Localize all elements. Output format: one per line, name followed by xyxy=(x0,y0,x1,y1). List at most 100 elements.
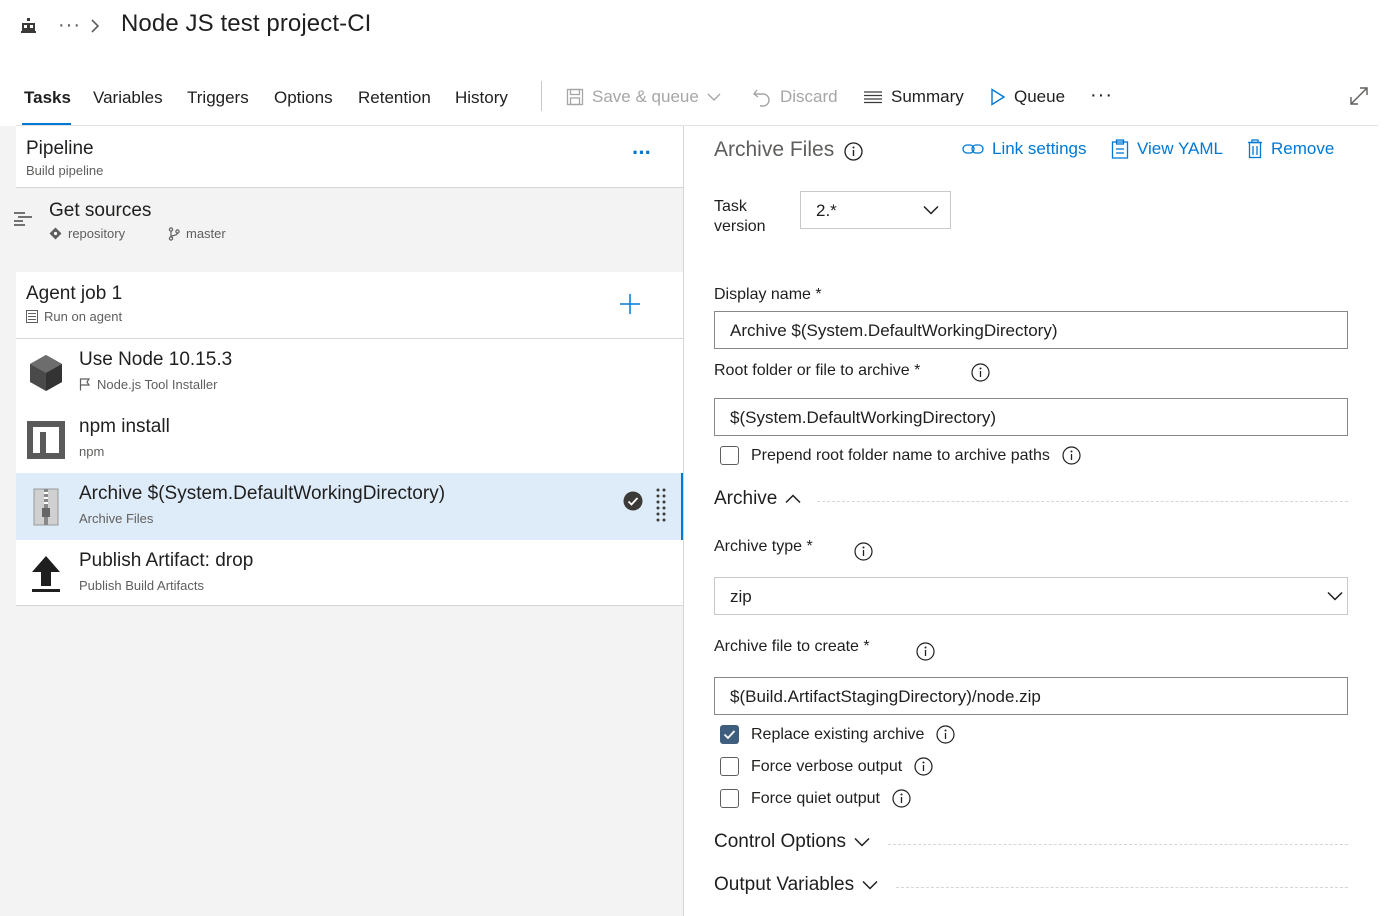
prepend-root-folder-checkbox-row[interactable]: Prepend root folder name to archive path… xyxy=(720,446,1081,465)
tab-history[interactable]: History xyxy=(455,88,508,108)
task-title: Publish Artifact: drop xyxy=(79,550,254,571)
summary-button[interactable]: Summary xyxy=(863,87,964,107)
tab-variables[interactable]: Variables xyxy=(93,88,163,108)
task-version-label-line1: Task xyxy=(714,198,747,215)
prepend-root-folder-label: Prepend root folder name to archive path… xyxy=(751,446,1050,464)
root-folder-input[interactable]: $(System.DefaultWorkingDirectory) xyxy=(714,398,1348,436)
tab-triggers[interactable]: Triggers xyxy=(187,88,249,108)
check-circle-icon xyxy=(623,491,643,511)
task-subtitle: Archive Files xyxy=(79,511,154,526)
pipeline-more-button[interactable]: ··· xyxy=(632,140,652,166)
drag-handle-icon[interactable] xyxy=(656,488,666,522)
archive-type-label: Archive type * xyxy=(714,538,813,555)
task-use-node[interactable]: Use Node 10.15.3 Node.js Tool Installer xyxy=(16,339,683,406)
discard-button[interactable]: Discard xyxy=(752,87,838,107)
sources-icon xyxy=(13,210,33,228)
task-version-label: Task version xyxy=(714,198,766,236)
info-icon[interactable] xyxy=(892,789,911,808)
tab-retention[interactable]: Retention xyxy=(358,88,431,108)
remove-button[interactable]: Remove xyxy=(1247,139,1334,159)
save-icon xyxy=(566,88,584,106)
archive-zip-icon xyxy=(26,487,66,527)
control-options-toggle[interactable]: Control Options xyxy=(714,831,870,853)
archive-file-input[interactable]: $(Build.ArtifactStagingDirectory)/node.z… xyxy=(714,677,1348,715)
pipeline-card[interactable]: Pipeline Build pipeline ··· xyxy=(16,126,683,188)
agent-job-card[interactable]: Agent job 1 Run on agent xyxy=(16,272,683,339)
output-variables-toggle[interactable]: Output Variables xyxy=(714,874,878,896)
replace-archive-checkbox-row[interactable]: Replace existing archive xyxy=(720,725,956,744)
quiet-output-label: Force quiet output xyxy=(751,789,880,807)
section-divider xyxy=(896,887,1348,888)
task-subtitle: Node.js Tool Installer xyxy=(79,377,217,392)
chevron-up-icon xyxy=(785,494,801,504)
task-npm-install[interactable]: npm install npm xyxy=(16,406,683,473)
breadcrumb-more-button[interactable]: ··· xyxy=(58,14,81,37)
list-icon xyxy=(863,89,883,105)
save-queue-button[interactable]: Save & queue xyxy=(566,87,721,107)
get-sources-row[interactable]: Get sources repository master xyxy=(0,189,683,255)
task-details-title: Archive Files xyxy=(714,138,834,162)
chevron-down-icon xyxy=(862,880,878,890)
nodejs-icon xyxy=(26,353,66,393)
git-icon xyxy=(49,227,62,240)
tab-tasks[interactable]: Tasks xyxy=(24,88,71,108)
info-icon[interactable] xyxy=(971,363,990,382)
pipeline-app-icon[interactable] xyxy=(20,17,38,35)
quiet-output-checkbox-row[interactable]: Force quiet output xyxy=(720,789,911,808)
display-name-input[interactable]: Archive $(System.DefaultWorkingDirectory… xyxy=(714,311,1348,349)
pipeline-title: Pipeline xyxy=(26,138,94,159)
discard-label: Discard xyxy=(780,87,838,106)
info-icon[interactable] xyxy=(916,642,935,661)
task-version-select[interactable]: 2.* xyxy=(800,191,951,229)
chevron-down-icon xyxy=(923,205,939,215)
task-details-title-text: Archive Files xyxy=(714,138,835,161)
chevron-down-icon xyxy=(707,92,721,102)
replace-archive-label: Replace existing archive xyxy=(751,725,925,743)
archive-section-toggle[interactable]: Archive xyxy=(714,488,801,510)
root-folder-label: Root folder or file to archive * xyxy=(714,362,921,379)
toolbar-divider xyxy=(541,81,542,111)
task-version-label-line2: version xyxy=(714,218,766,235)
save-queue-label: Save & queue xyxy=(592,87,699,106)
info-icon[interactable] xyxy=(936,725,956,744)
info-icon[interactable] xyxy=(844,142,863,161)
view-yaml-button[interactable]: View YAML xyxy=(1111,139,1223,159)
queue-button[interactable]: Queue xyxy=(990,87,1065,107)
prepend-root-folder-checkbox[interactable] xyxy=(720,446,739,465)
archive-type-select[interactable]: zip xyxy=(714,577,1348,615)
task-version-value: 2.* xyxy=(816,201,837,220)
chevron-down-icon xyxy=(854,837,870,847)
info-icon[interactable] xyxy=(854,542,873,561)
quiet-output-checkbox[interactable] xyxy=(720,789,739,808)
task-title: Use Node 10.15.3 xyxy=(79,349,233,370)
agent-job-subtitle: Run on agent xyxy=(26,309,122,324)
add-task-icon[interactable] xyxy=(619,293,641,315)
task-title: npm install xyxy=(79,416,170,437)
agent-job-subtitle-text: Run on agent xyxy=(44,309,123,324)
flag-icon xyxy=(79,378,91,391)
info-icon[interactable] xyxy=(1062,446,1081,465)
task-subtitle: npm xyxy=(79,444,105,459)
chevron-down-icon xyxy=(1327,591,1343,601)
verbose-output-checkbox[interactable] xyxy=(720,757,739,776)
replace-archive-checkbox[interactable] xyxy=(720,725,739,744)
link-settings-button[interactable]: Link settings xyxy=(962,139,1087,159)
panel-splitter[interactable] xyxy=(683,126,684,916)
info-icon[interactable] xyxy=(914,757,933,776)
control-options-title: Control Options xyxy=(714,831,847,852)
verbose-output-checkbox-row[interactable]: Force verbose output xyxy=(720,757,933,776)
task-subtitle: Publish Build Artifacts xyxy=(79,578,205,593)
task-publish-artifact[interactable]: Publish Artifact: drop Publish Build Art… xyxy=(16,540,683,605)
section-divider xyxy=(888,844,1348,845)
branch-icon xyxy=(168,226,180,241)
server-icon xyxy=(26,310,38,323)
more-actions-button[interactable]: ··· xyxy=(1090,84,1113,107)
tab-options[interactable]: Options xyxy=(274,88,333,108)
summary-label: Summary xyxy=(891,87,964,106)
expand-icon[interactable] xyxy=(1349,86,1369,106)
view-yaml-label: View YAML xyxy=(1137,139,1223,158)
upload-arrow-icon xyxy=(26,554,66,594)
link-icon xyxy=(962,142,984,156)
task-title: Archive $(System.DefaultWorkingDirectory… xyxy=(79,483,446,504)
task-archive[interactable]: Archive $(System.DefaultWorkingDirectory… xyxy=(16,473,683,540)
